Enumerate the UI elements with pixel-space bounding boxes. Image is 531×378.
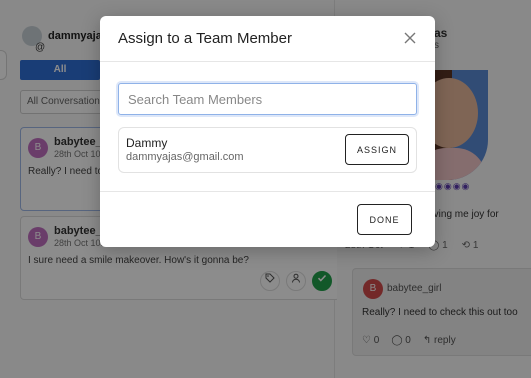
dialog-body: Dammy dammyajas@gmail.com ASSIGN [100,63,435,191]
assign-team-member-dialog: Assign to a Team Member Dammy dammyajas@… [100,16,435,247]
search-input[interactable] [118,83,417,115]
dialog-title: Assign to a Team Member [118,30,292,47]
dialog-footer: DONE [100,191,435,247]
assign-button[interactable]: ASSIGN [345,134,409,165]
member-name: Dammy [126,136,168,150]
dialog-header: Assign to a Team Member [100,16,435,62]
close-icon[interactable] [401,29,419,47]
member-email: dammyajas@gmail.com [126,151,244,163]
done-button[interactable]: DONE [357,204,412,235]
team-member-row: Dammy dammyajas@gmail.com ASSIGN [118,127,417,173]
